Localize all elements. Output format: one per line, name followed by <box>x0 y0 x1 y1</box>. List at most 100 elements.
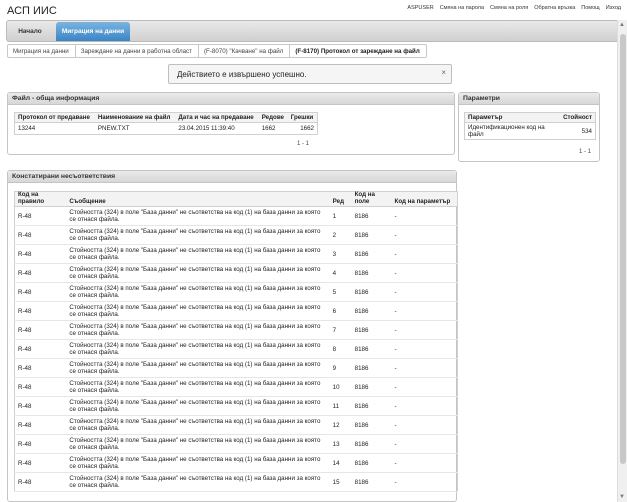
breadcrumb-current: (F-8170) Протокол от зареждане на файл <box>289 44 427 58</box>
table-row[interactable]: R-48 Стойността (324) в поле "База данни"… <box>14 225 458 245</box>
table-cell: 8186 <box>351 301 392 321</box>
table-cell: 5 <box>329 282 352 302</box>
table-cell: R-48 <box>14 339 67 359</box>
table-cell: 1662 <box>300 125 314 132</box>
table-cell: 11 <box>329 396 352 416</box>
scroll-up-icon[interactable]: ▲ <box>619 22 625 28</box>
table-cell: R-48 <box>14 453 67 473</box>
mismatches-panel: Констатирани несъответствия Код на прави… <box>7 170 458 502</box>
table-cell: 9 <box>329 358 352 378</box>
table-row[interactable]: R-48 Стойността (324) в поле "База данни"… <box>14 339 458 359</box>
breadcrumb-item[interactable]: Зареждане на данни в работна област <box>74 44 198 58</box>
table-row[interactable]: 13244 PNEW.TXT 23.04.2015 11:39:40 1662 … <box>15 123 318 135</box>
table-cell: - <box>391 396 458 416</box>
table-row[interactable]: R-48 Стойността (324) в поле "База данни"… <box>14 377 458 397</box>
column-header[interactable]: Стойност <box>560 112 596 123</box>
column-header[interactable]: Ред <box>329 191 352 207</box>
table-cell: R-48 <box>14 415 67 435</box>
table-cell: R-48 <box>14 358 67 378</box>
table-cell: Стойността (324) в поле "База данни" не … <box>66 339 330 359</box>
scrollbar-thumb[interactable] <box>620 34 626 464</box>
panel-title: Констатирани несъответствия <box>8 171 456 183</box>
table-row[interactable]: R-48 Стойността (324) в поле "База данни"… <box>14 320 458 340</box>
feedback-link[interactable]: Обратна връзка <box>534 5 575 11</box>
change-password-link[interactable]: Смяна на парола <box>440 5 484 11</box>
table-row[interactable]: R-48 Стойността (324) в поле "База данни"… <box>14 415 458 435</box>
table-row[interactable]: R-48 Стойността (324) в поле "База данни"… <box>14 358 458 378</box>
nav-tab-home[interactable]: Начало <box>9 22 51 41</box>
table-cell: Стойността (324) в поле "База данни" не … <box>66 377 330 397</box>
table-cell: 8186 <box>351 282 392 302</box>
table-cell: R-48 <box>14 244 67 264</box>
column-header[interactable]: Код на правило <box>14 191 67 207</box>
close-icon[interactable]: × <box>441 68 446 77</box>
pager-info: 1 - 1 <box>297 141 310 147</box>
table-row[interactable]: R-48 Стойността (324) в поле "База данни"… <box>14 472 458 492</box>
table-cell: - <box>391 320 458 340</box>
column-header[interactable]: Параметър <box>464 112 561 123</box>
table-row[interactable]: R-48 Стойността (324) в поле "База данни"… <box>14 396 458 416</box>
breadcrumb-item[interactable]: (F-8070) "Качване" на файл <box>197 44 290 58</box>
table-cell: 8186 <box>351 225 392 245</box>
table-cell: PNEW.TXT <box>97 125 130 132</box>
table-cell: R-48 <box>14 434 67 454</box>
table-cell: 8186 <box>351 358 392 378</box>
column-header[interactable]: Код на поле <box>351 191 392 207</box>
table-row[interactable]: R-48 Стойността (324) в поле "База данни"… <box>14 301 458 321</box>
table-row[interactable]: R-48 Стойността (324) в поле "База данни"… <box>14 282 458 302</box>
column-header[interactable]: Дата и час на предаване <box>175 112 259 123</box>
table-row[interactable]: R-48 Стойността (324) в поле "База данни"… <box>14 263 458 283</box>
table-cell: Стойността (324) в поле "База данни" не … <box>66 415 330 435</box>
table-cell: R-48 <box>14 377 67 397</box>
scroll-down-icon[interactable]: ▼ <box>619 494 625 500</box>
table-cell: - <box>391 206 458 226</box>
column-header[interactable]: Редове <box>258 112 288 123</box>
table-cell: 15 <box>329 472 352 492</box>
table-cell: - <box>391 472 458 492</box>
column-header[interactable]: Наименование на файл <box>94 112 176 123</box>
table-cell: 23.04.2015 11:39:40 <box>178 125 235 132</box>
table-row[interactable]: R-48 Стойността (324) в поле "База данни"… <box>14 434 458 454</box>
table-cell: 534 <box>581 127 592 135</box>
user-link[interactable]: ASPUSER <box>407 5 433 11</box>
table-cell: 8186 <box>351 415 392 435</box>
table-cell: - <box>391 339 458 359</box>
notice-text: Действието е извършено успешно. <box>177 70 307 79</box>
table-cell: - <box>391 415 458 435</box>
table-cell: 3 <box>329 244 352 264</box>
breadcrumb: Миграция на данни Зареждане на данни в р… <box>7 44 427 58</box>
table-cell: Стойността (324) в поле "База данни" не … <box>66 453 330 473</box>
page-scrollbar[interactable]: ▲ ▼ <box>617 20 627 502</box>
table-cell: Стойността (324) в поле "База данни" не … <box>66 396 330 416</box>
column-header[interactable]: Съобщение <box>66 191 330 207</box>
table-cell: 8186 <box>351 377 392 397</box>
table-cell: R-48 <box>14 472 67 492</box>
table-cell: - <box>391 377 458 397</box>
table-cell: 1 <box>329 206 352 226</box>
pager-info: 1 - 1 <box>579 149 592 155</box>
table-row[interactable]: R-48 Стойността (324) в поле "База данни"… <box>14 453 458 473</box>
table-cell: Стойността (324) в поле "База данни" не … <box>66 472 330 492</box>
table-cell: - <box>391 225 458 245</box>
top-bar: АСП ИИС ASPUSER Смяна на парола Смяна на… <box>0 0 627 20</box>
mismatches-table: Код на правило Съобщение Ред Код на поле… <box>14 191 458 492</box>
breadcrumb-item[interactable]: Миграция на данни <box>7 44 75 58</box>
table-cell: 2 <box>329 225 352 245</box>
table-cell: 8186 <box>351 206 392 226</box>
table-cell: Стойността (324) в поле "База данни" не … <box>66 282 330 302</box>
change-role-link[interactable]: Смяна на роля <box>490 5 528 11</box>
table-row[interactable]: Идентификационен код на файл 534 <box>465 123 596 140</box>
logout-link[interactable]: Изход <box>606 5 621 11</box>
column-header[interactable]: Протокол от предаване <box>14 112 95 123</box>
table-row[interactable]: R-48 Стойността (324) в поле "База данни"… <box>14 206 458 226</box>
help-link[interactable]: Помощ <box>581 5 599 11</box>
table-cell: - <box>391 282 458 302</box>
table-cell: R-48 <box>14 301 67 321</box>
column-header[interactable]: Код на параметър <box>391 191 458 207</box>
column-header[interactable]: Грешки <box>287 112 318 123</box>
table-row[interactable]: R-48 Стойността (324) в поле "База данни"… <box>14 244 458 264</box>
table-cell: 8186 <box>351 396 392 416</box>
table-cell: 13244 <box>18 125 36 132</box>
nav-tab-migration[interactable]: Миграция на данни <box>56 22 130 41</box>
table-cell: 14 <box>329 453 352 473</box>
